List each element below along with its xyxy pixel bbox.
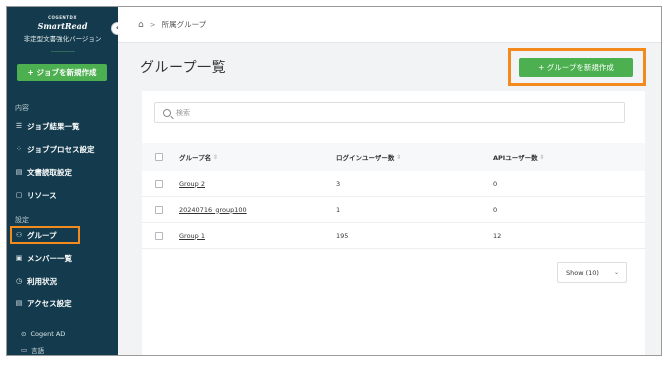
new-job-button[interactable]: + ジョブを新規作成 xyxy=(17,64,107,81)
group-icon: ⚇ xyxy=(15,231,23,239)
breadcrumb-current: 所属グループ xyxy=(161,20,207,29)
home-icon[interactable]: ⌂ xyxy=(138,20,144,30)
table-row: 20240716_group100 1 0 xyxy=(142,197,645,223)
api-users-count: 0 xyxy=(493,205,498,214)
sidebar-item-label: ジョブプロセス設定 xyxy=(27,144,95,154)
search-input[interactable]: 検索 xyxy=(154,102,625,123)
column-header-login-users[interactable]: ログインユーザー数 ⇳ xyxy=(336,143,401,171)
language-icon: ▭ xyxy=(21,346,28,354)
group-name-link[interactable]: Group 1 xyxy=(179,232,205,240)
row-checkbox[interactable] xyxy=(155,180,163,188)
chevron-down-icon: ⌄ xyxy=(613,269,619,276)
main-content: ⌂ > 所属グループ グループ一覧 + グループを新規作成 検索 グループ名 ⇳ … xyxy=(118,7,661,355)
column-header-label: ログインユーザー数 xyxy=(336,154,395,162)
sidebar-item-resources[interactable]: ▢ リソース xyxy=(15,188,57,202)
list-icon: ☰ xyxy=(15,122,23,130)
row-checkbox[interactable] xyxy=(155,206,163,214)
sidebar-item-document-reading[interactable]: ▤ 文書読取設定 xyxy=(15,165,72,179)
sidebar-item-label: アクセス設定 xyxy=(27,298,72,308)
group-name-link[interactable]: 20240716_group100 xyxy=(179,206,247,214)
sidebar-item-label: 文書読取設定 xyxy=(27,167,72,177)
table-header: グループ名 ⇳ ログインユーザー数 ⇳ APIユーザー数 ⇳ xyxy=(142,143,645,171)
login-users-count: 1 xyxy=(336,205,341,214)
breadcrumb: ⌂ > 所属グループ xyxy=(118,7,661,43)
select-all-checkbox[interactable] xyxy=(155,153,163,161)
api-users-count: 12 xyxy=(493,231,502,240)
group-list-card: 検索 グループ名 ⇳ ログインユーザー数 ⇳ APIユーザー数 ⇳ Group 2 3… xyxy=(142,91,645,355)
account-menu[interactable]: ⊙ Cogent AD xyxy=(21,330,65,338)
folder-icon: ▢ xyxy=(15,191,23,199)
brand-subtitle: 非定型文書強化バージョン xyxy=(23,35,102,43)
sidebar-item-usage[interactable]: ◷ 利用状況 xyxy=(15,274,57,288)
id-card-icon: ▣ xyxy=(15,254,23,262)
usage-icon: ◷ xyxy=(15,277,23,285)
language-label: 言語 xyxy=(31,347,45,355)
app-window: COGENTDX SmartRead 非定型文書強化バージョン ‹ + ジョブを… xyxy=(6,6,662,356)
sidebar-item-label: メンバー一覧 xyxy=(27,253,72,263)
process-icon: ⁘ xyxy=(16,145,22,153)
sidebar: COGENTDX SmartRead 非定型文書強化バージョン ‹ + ジョブを… xyxy=(7,7,123,355)
access-icon: ▤ xyxy=(15,299,23,307)
user-icon: ⊙ xyxy=(21,330,27,338)
page-size-value: Show (10) xyxy=(566,268,599,277)
sort-icon: ⇳ xyxy=(396,153,402,161)
document-icon: ▤ xyxy=(15,168,23,176)
brand-company-mark: DX xyxy=(69,15,77,20)
sidebar-item-label: 利用状況 xyxy=(27,276,57,286)
page-title: グループ一覧 xyxy=(140,60,227,76)
sidebar-item-job-results[interactable]: ☰ ジョブ結果一覧 xyxy=(15,119,80,133)
section-label-content: 内容 xyxy=(15,104,29,112)
column-header-label: APIユーザー数 xyxy=(493,154,538,162)
sidebar-item-access[interactable]: ▤ アクセス設定 xyxy=(15,296,72,310)
login-users-count: 195 xyxy=(336,231,349,240)
login-users-count: 3 xyxy=(336,179,341,188)
column-header-label: グループ名 xyxy=(179,154,212,162)
search-placeholder: 検索 xyxy=(176,108,190,117)
sidebar-item-job-process[interactable]: ⁘ ジョブプロセス設定 xyxy=(15,142,95,156)
brand-product: SmartRead xyxy=(37,21,88,31)
sidebar-item-label: リソース xyxy=(27,190,57,200)
group-name-link[interactable]: Group 2 xyxy=(179,180,205,188)
api-users-count: 0 xyxy=(493,179,498,188)
breadcrumb-separator: > xyxy=(149,20,156,29)
table-row: Group 2 3 0 xyxy=(142,171,645,197)
sidebar-item-label: グループ xyxy=(27,230,57,240)
page-size-select[interactable]: Show (10) ⌄ xyxy=(557,262,627,283)
brand-divider xyxy=(50,51,75,52)
sidebar-item-groups[interactable]: ⚇ グループ xyxy=(10,226,80,244)
table-row: Group 1 195 12 xyxy=(142,223,645,249)
column-header-api-users[interactable]: APIユーザー数 ⇳ xyxy=(493,143,545,171)
sidebar-item-members[interactable]: ▣ メンバー一覧 xyxy=(15,251,72,265)
column-header-name[interactable]: グループ名 ⇳ xyxy=(179,143,218,171)
sidebar-item-label: ジョブ結果一覧 xyxy=(27,121,80,131)
sort-icon: ⇳ xyxy=(539,153,545,161)
brand-company: COGENT xyxy=(48,15,70,20)
language-menu[interactable]: ▭ 言語 xyxy=(21,345,44,355)
account-name: Cogent AD xyxy=(30,330,66,338)
create-button-highlight: + グループを新規作成 xyxy=(508,48,646,86)
create-group-button[interactable]: + グループを新規作成 xyxy=(519,58,633,77)
sort-icon: ⇳ xyxy=(213,153,219,161)
row-checkbox[interactable] xyxy=(155,232,163,240)
search-icon xyxy=(163,108,171,117)
section-label-settings: 設定 xyxy=(15,216,29,224)
brand-logo: COGENTDX SmartRead 非定型文書強化バージョン xyxy=(7,7,118,52)
